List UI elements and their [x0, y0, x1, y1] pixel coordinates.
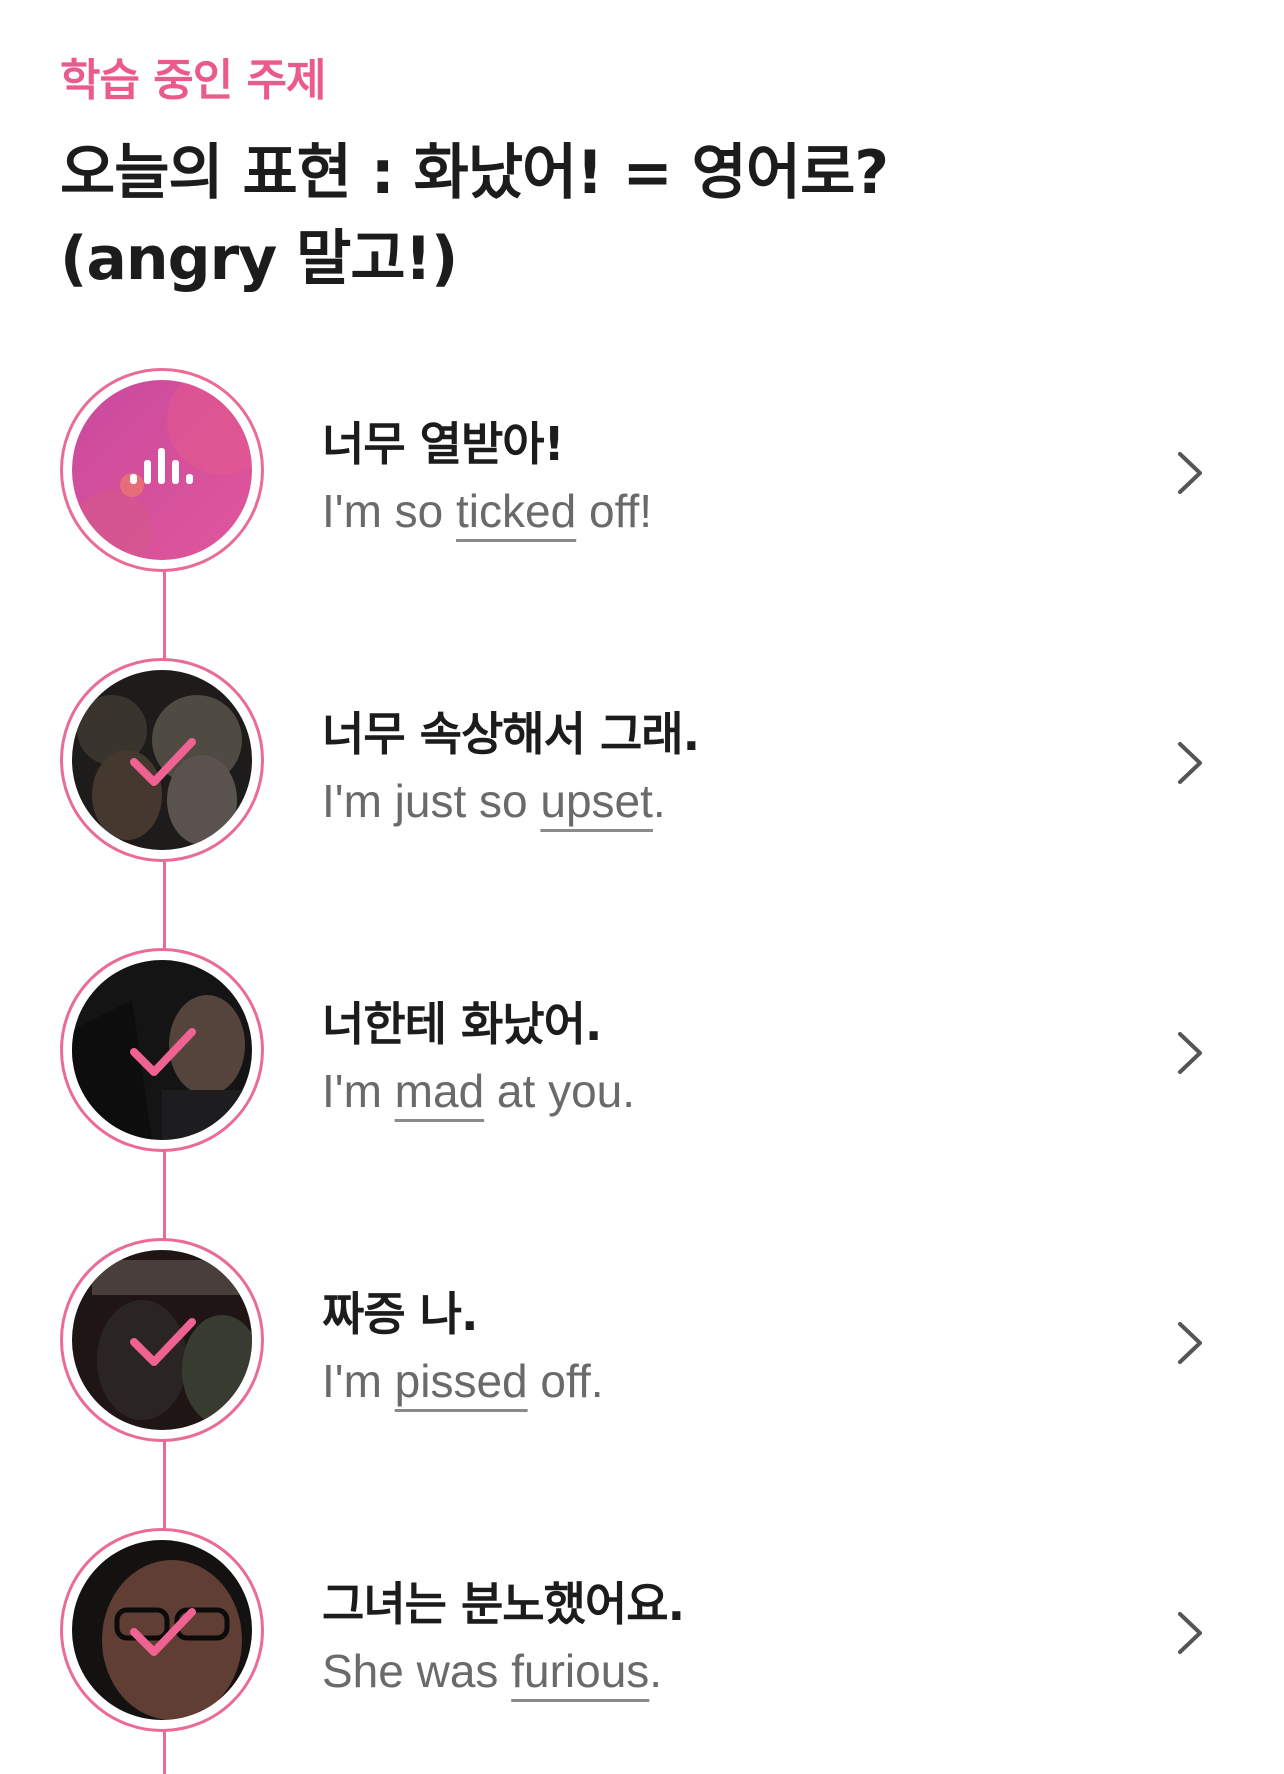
- topic-title-line-2: (angry 말고!): [60, 224, 458, 294]
- english-expression: I'm pissed off.: [322, 1354, 604, 1408]
- chevron-right-icon[interactable]: [1172, 1608, 1208, 1658]
- thumbnail-image: [72, 960, 252, 1140]
- korean-expression: 너무 열받아!: [322, 417, 565, 471]
- thumbnail-image: [72, 1540, 252, 1720]
- english-keyword: pissed: [394, 1355, 528, 1407]
- korean-expression: 너무 속상해서 그래.: [322, 707, 700, 761]
- thumbnail-image: [72, 380, 252, 560]
- english-after: .: [652, 775, 666, 827]
- expression-item-2[interactable]: 너무 속상해서 그래. I'm just so upset.: [0, 658, 1284, 878]
- thumbnail-image: [72, 1250, 252, 1430]
- expression-item-5[interactable]: 그녀는 분노했어요. She was furious.: [0, 1528, 1284, 1748]
- korean-expression: 그녀는 분노했어요.: [322, 1577, 685, 1631]
- thumbnail-ring: [60, 1238, 264, 1442]
- english-expression: I'm so ticked off!: [322, 484, 652, 538]
- thumbnail-ring: [60, 368, 264, 572]
- thumbnail-image: [72, 670, 252, 850]
- korean-expression: 짜증 나.: [322, 1287, 478, 1341]
- check-icon: [130, 1608, 196, 1656]
- chevron-right-icon[interactable]: [1172, 1028, 1208, 1078]
- english-expression: I'm just so upset.: [322, 774, 666, 828]
- thumbnail-ring: [60, 1528, 264, 1732]
- thumbnail-ring: [60, 658, 264, 862]
- english-before: She was: [322, 1645, 512, 1697]
- english-before: I'm: [322, 1065, 395, 1117]
- check-icon: [130, 1318, 196, 1366]
- english-after: at you.: [484, 1065, 636, 1117]
- english-keyword: mad: [394, 1065, 485, 1117]
- english-before: I'm so: [322, 485, 457, 537]
- english-keyword: furious: [511, 1645, 650, 1697]
- english-expression: I'm mad at you.: [322, 1064, 635, 1118]
- english-before: I'm: [322, 1355, 395, 1407]
- thumbnail-ring: [60, 948, 264, 1152]
- section-label: 학습 중인 주제: [60, 55, 327, 106]
- expression-item-1[interactable]: 너무 열받아! I'm so ticked off!: [0, 368, 1284, 588]
- english-after: off.: [527, 1355, 604, 1407]
- english-after: off!: [576, 485, 653, 537]
- expression-item-3[interactable]: 너한테 화났어. I'm mad at you.: [0, 948, 1284, 1168]
- english-before: I'm just so: [322, 775, 541, 827]
- chevron-right-icon[interactable]: [1172, 1318, 1208, 1368]
- chevron-right-icon[interactable]: [1172, 738, 1208, 788]
- audio-playing-icon: [130, 448, 193, 484]
- check-icon: [130, 1028, 196, 1076]
- chevron-right-icon[interactable]: [1172, 448, 1208, 498]
- topic-title: 오늘의 표현 : 화났어! = 영어로? (angry 말고!): [60, 130, 1160, 302]
- english-keyword: ticked: [456, 485, 577, 537]
- topic-title-line-1: 오늘의 표현 : 화났어! = 영어로?: [60, 138, 889, 208]
- korean-expression: 너한테 화났어.: [322, 997, 602, 1051]
- expression-item-4[interactable]: 짜증 나. I'm pissed off.: [0, 1238, 1284, 1458]
- check-icon: [130, 738, 196, 786]
- english-expression: She was furious.: [322, 1644, 662, 1698]
- english-after: .: [649, 1645, 663, 1697]
- english-keyword: upset: [540, 775, 653, 827]
